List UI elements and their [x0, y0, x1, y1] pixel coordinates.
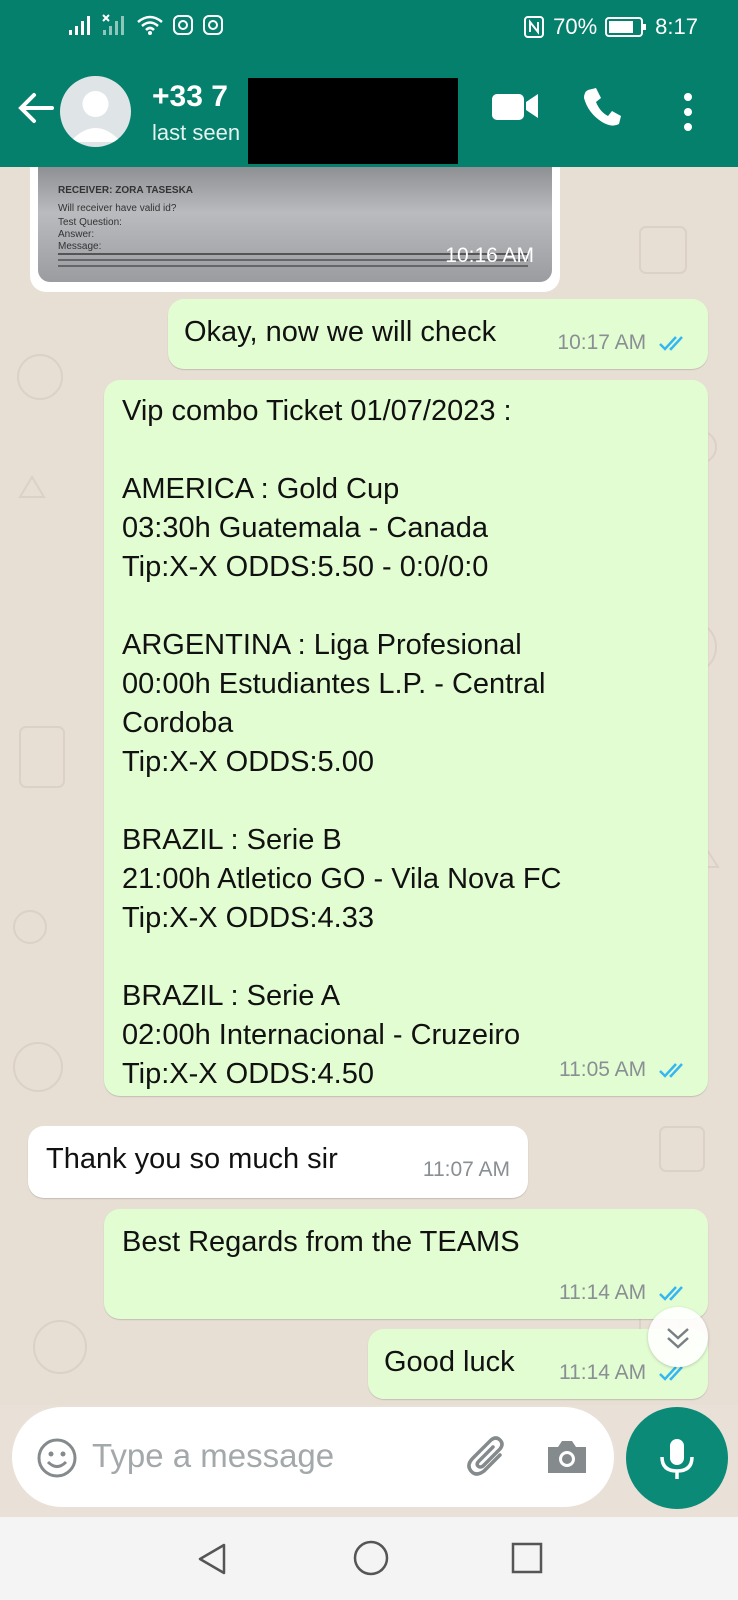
incoming-message[interactable]: Thank you so much sir 11:07 AM [28, 1126, 528, 1198]
battery-icon [605, 17, 647, 37]
message-time: 11:07 AM [422, 1158, 510, 1181]
photo-text-line: Will receiver have valid id? [58, 203, 177, 214]
read-receipt-icon [659, 1366, 683, 1382]
message-input[interactable]: Type a message [92, 1437, 334, 1475]
nav-recents-icon[interactable] [510, 1541, 544, 1575]
voice-call-icon[interactable] [582, 86, 622, 128]
system-navigation-bar [0, 1517, 738, 1600]
message-composer[interactable]: Type a message [12, 1407, 614, 1507]
signal-icon [69, 16, 90, 35]
attach-paperclip-icon[interactable] [464, 1433, 510, 1481]
message-time: 11:14 AM [559, 1281, 690, 1305]
wifi-icon [137, 15, 163, 35]
outgoing-message[interactable]: Vip combo Ticket 01/07/2023 : AMERICA : … [104, 380, 708, 1096]
more-options-icon[interactable] [682, 92, 694, 132]
clock: 8:17 [655, 14, 698, 39]
double-chevron-down-icon [667, 1328, 689, 1349]
message-time: 11:05 AM [559, 1058, 690, 1082]
chat-header: +33 7 last seen [0, 56, 738, 167]
outgoing-message[interactable]: Best Regards from the TEAMS 11:14 AM [104, 1209, 708, 1319]
redaction-block [248, 78, 458, 164]
message-text: Vip combo Ticket 01/07/2023 : AMERICA : … [122, 395, 562, 1090]
photo-text-line: Test Question: [58, 217, 122, 228]
read-receipt-icon [659, 336, 683, 352]
contact-name[interactable]: +33 7 [152, 80, 228, 114]
nfc-icon [524, 16, 545, 38]
chat-area[interactable]: RECEIVER: ZORA TASESKA Will receiver hav… [0, 167, 738, 1405]
microphone-icon [660, 1439, 694, 1479]
emoji-icon[interactable] [36, 1437, 78, 1479]
scroll-to-bottom-button[interactable] [648, 1307, 708, 1367]
document-photo[interactable]: RECEIVER: ZORA TASESKA Will receiver hav… [38, 167, 552, 282]
read-receipt-icon [659, 1063, 683, 1079]
voice-message-button[interactable] [626, 1407, 728, 1509]
message-text: Best Regards from the TEAMS [122, 1226, 520, 1258]
message-text: Thank you so much sir [46, 1143, 338, 1175]
image-message[interactable]: RECEIVER: ZORA TASESKA Will receiver hav… [30, 167, 560, 292]
status-bar: 70% 8:17 [0, 0, 738, 56]
nav-back-icon[interactable] [194, 1541, 230, 1577]
outgoing-message[interactable]: Okay, now we will check 10:17 AM [168, 299, 708, 369]
default-avatar-icon [70, 91, 121, 142]
message-time: 10:17 AM [557, 331, 690, 355]
message-time: 10:16 AM [445, 244, 534, 267]
instagram-icon-2 [203, 15, 223, 35]
message-text: Good luck [384, 1346, 515, 1378]
read-receipt-icon [659, 1286, 683, 1302]
photo-text-line: Message: [58, 241, 102, 252]
photo-text-line: RECEIVER: ZORA TASESKA [58, 185, 194, 196]
avatar[interactable] [60, 76, 131, 147]
video-call-icon[interactable] [490, 88, 540, 124]
camera-icon[interactable] [544, 1437, 590, 1477]
nav-home-icon[interactable] [352, 1539, 390, 1577]
photo-text-line: Answer: [58, 229, 95, 240]
battery-percentage: 70% [553, 14, 598, 39]
message-text: Okay, now we will check [184, 316, 497, 348]
instagram-icon [173, 15, 193, 35]
signal-no-service-icon [102, 14, 124, 35]
contact-last-seen: last seen [152, 120, 241, 145]
back-arrow-icon[interactable] [14, 86, 58, 130]
